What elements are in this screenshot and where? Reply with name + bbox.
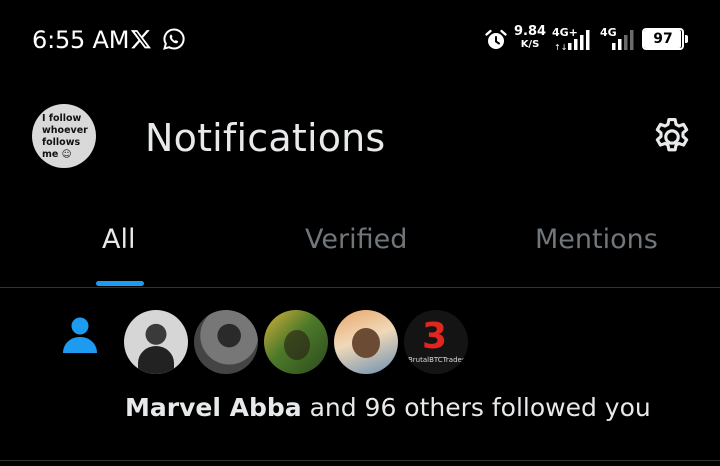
avatar-text: I follow whoever follows me ☺ xyxy=(42,113,88,160)
avatar-caption: BrutalBTCTrades xyxy=(408,356,466,364)
status-time: 6:55 AM xyxy=(32,26,130,54)
follower-avatar[interactable] xyxy=(264,310,328,374)
follower-avatar[interactable] xyxy=(124,310,188,374)
svg-text:↑↓: ↑↓ xyxy=(554,43,567,52)
battery-indicator: 97 xyxy=(642,28,688,50)
tab-verified[interactable]: Verified xyxy=(305,224,407,255)
whatsapp-icon xyxy=(163,28,185,50)
page-title: Notifications xyxy=(145,116,386,160)
tab-all[interactable]: All xyxy=(102,224,135,255)
sim1-signal: 4G+ ↑↓ xyxy=(552,26,592,52)
divider xyxy=(0,287,720,288)
follower-avatar[interactable] xyxy=(334,310,398,374)
avatar-logo: 3 xyxy=(422,316,448,357)
sim2-signal: 4G xyxy=(600,26,636,52)
tab-mentions[interactable]: Mentions xyxy=(535,224,658,255)
x-logo-icon xyxy=(130,30,151,49)
notification-actor[interactable]: Marvel Abba xyxy=(125,393,302,422)
network-speed: 9.84 K/S xyxy=(514,24,547,50)
follower-avatar[interactable] xyxy=(194,310,258,374)
divider xyxy=(0,460,720,461)
status-bar: 6:55 AM 9.84 K/S 4G+ ↑↓ 4G 97 xyxy=(0,0,720,80)
active-tab-indicator xyxy=(96,281,144,286)
gear-icon[interactable] xyxy=(650,115,694,159)
person-icon xyxy=(63,317,97,353)
alarm-clock-icon xyxy=(485,29,507,49)
signal-bars-icon: ↑↓ xyxy=(554,30,590,52)
follower-avatar[interactable]: 3 BrutalBTCTrades xyxy=(404,310,468,374)
notification-text[interactable]: Marvel Abba and 96 others followed you xyxy=(125,393,651,422)
notification-message: and 96 others followed you xyxy=(301,393,651,422)
profile-avatar[interactable]: I follow whoever follows me ☺ xyxy=(32,104,96,168)
signal-bars-icon xyxy=(612,30,634,50)
battery-percent: 97 xyxy=(653,31,673,47)
